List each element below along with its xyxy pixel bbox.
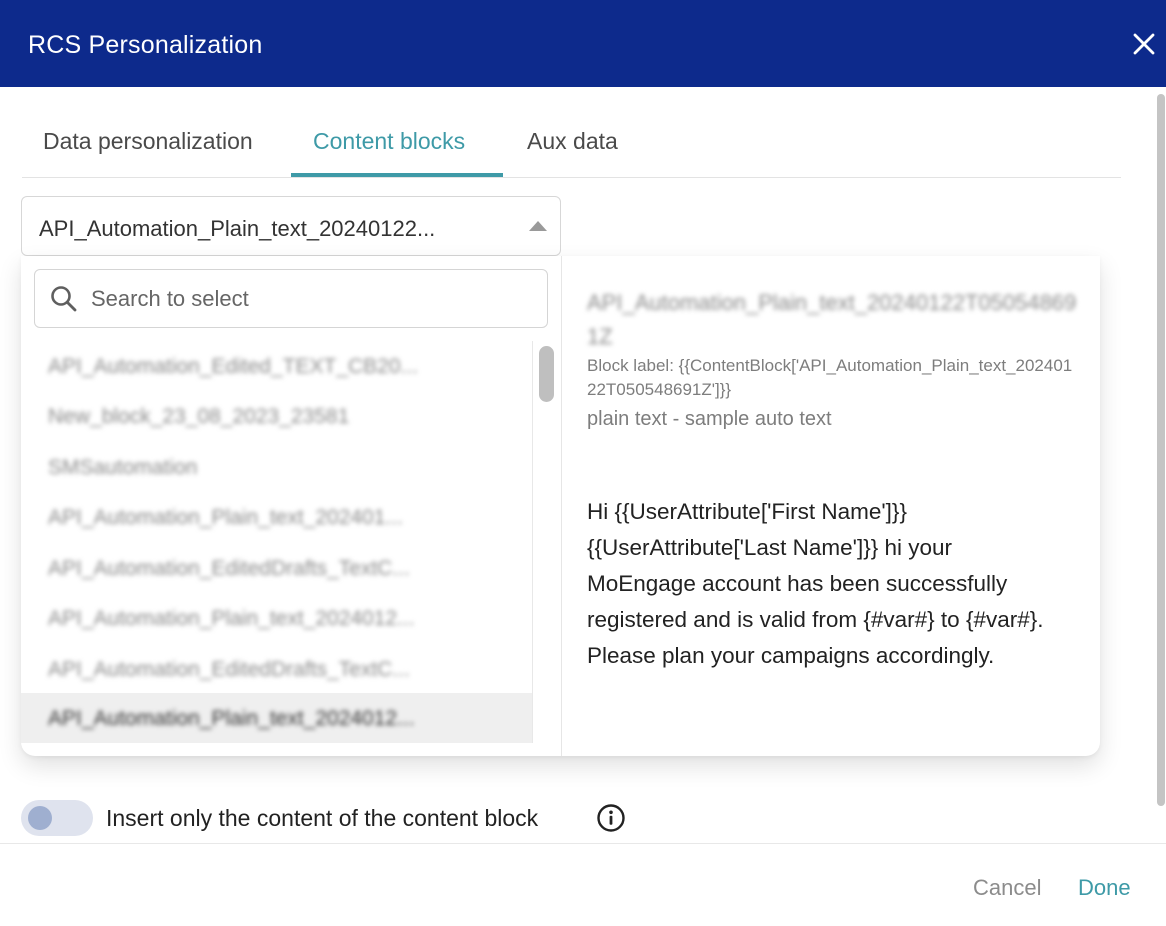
list-item[interactable]: API_Automation_Plain_text_202401... [21, 492, 532, 542]
list-item-label: New_block_23_08_2023_23581 [48, 405, 350, 428]
list-item-selected[interactable]: API_Automation_Plain_text_2024012... [21, 693, 532, 743]
list-item-label: API_Automation_Plain_text_2024012... [48, 607, 415, 630]
preview-block-content: Hi {{UserAttribute['First Name']}} {{Use… [587, 499, 1044, 668]
select-value: API_Automation_Plain_text_20240122... [39, 216, 436, 241]
list-item-label: API_Automation_Edited_TEXT_CB20... [48, 355, 419, 378]
search-input[interactable] [91, 282, 531, 316]
list-item[interactable]: API_Automation_Edited_TEXT_CB20... [21, 341, 532, 391]
list-item[interactable]: SMSautomation [21, 442, 532, 492]
done-button[interactable]: Done [1078, 875, 1131, 901]
cancel-button[interactable]: Cancel [973, 875, 1041, 901]
list-item[interactable]: API_Automation_Plain_text_2024012... [21, 593, 532, 643]
panel-divider [561, 256, 562, 756]
dialog-scrollbar[interactable] [1156, 90, 1166, 840]
search-box [34, 269, 548, 328]
list-item[interactable]: API_Automation_EditedDrafts_TextC... [21, 543, 532, 593]
dialog-header: RCS Personalization [0, 0, 1166, 87]
insert-content-only-toggle[interactable] [21, 800, 93, 836]
dialog-scrollbar-thumb[interactable] [1157, 94, 1165, 806]
tab-data-personalization[interactable]: Data personalization [43, 128, 253, 155]
close-icon [1133, 33, 1155, 55]
list-scrollbar-thumb[interactable] [539, 346, 554, 402]
list-item-label: API_Automation_EditedDrafts_TextC... [48, 658, 410, 681]
footer-divider [0, 843, 1166, 844]
preview-block-label: Block label: {{ContentBlock['API_Automat… [587, 356, 1073, 399]
active-tab-indicator [291, 173, 503, 177]
tab-content-blocks[interactable]: Content blocks [313, 128, 465, 155]
dialog-title: RCS Personalization [28, 31, 263, 59]
dropdown-panel: API_Automation_Edited_TEXT_CB20... New_b… [21, 256, 1100, 756]
tab-bar: Data personalization Content blocks Aux … [22, 110, 1121, 178]
preview-block-name: API_Automation_Plain_text_20240122T05054… [587, 290, 1077, 349]
list-scrollbar[interactable] [532, 341, 554, 743]
tab-aux-data[interactable]: Aux data [527, 128, 618, 155]
content-block-list: API_Automation_Edited_TEXT_CB20... New_b… [21, 341, 532, 743]
list-item-label: API_Automation_EditedDrafts_TextC... [48, 557, 410, 580]
info-icon[interactable] [596, 803, 626, 833]
content-block-select[interactable]: API_Automation_Plain_text_20240122... [21, 196, 561, 256]
search-icon [51, 286, 77, 312]
preview-block-description: plain text - sample auto text [587, 408, 832, 430]
list-item[interactable]: API_Automation_EditedDrafts_TextC... [21, 644, 532, 694]
list-item-label: API_Automation_Plain_text_202401... [48, 506, 403, 529]
chevron-up-icon [529, 221, 547, 231]
toggle-knob [28, 806, 52, 830]
list-item-label: API_Automation_Plain_text_2024012... [48, 707, 415, 730]
close-button[interactable] [1128, 28, 1160, 60]
toggle-label: Insert only the content of the content b… [106, 805, 539, 831]
list-item[interactable]: New_block_23_08_2023_23581 [21, 391, 532, 441]
list-item-label: SMSautomation [48, 456, 198, 479]
